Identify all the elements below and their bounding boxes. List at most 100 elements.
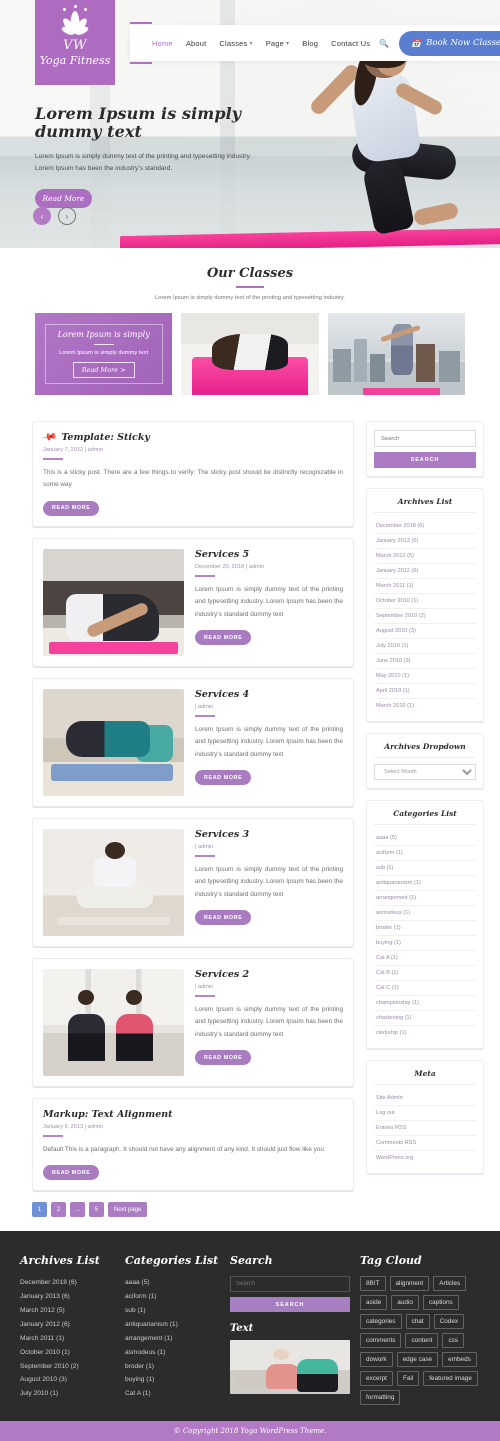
- tag-item[interactable]: content: [405, 1333, 439, 1349]
- tag-item[interactable]: excerpt: [360, 1371, 393, 1387]
- post-title[interactable]: Template: Sticky: [61, 432, 149, 443]
- list-item[interactable]: March 2011 (1): [374, 579, 476, 594]
- search-icon[interactable]: 🔍: [379, 39, 389, 48]
- list-item[interactable]: chastening (1): [374, 1011, 476, 1026]
- list-item[interactable]: WordPress.org: [374, 1151, 476, 1165]
- list-item[interactable]: December 2018 (6): [374, 519, 476, 534]
- nav-item-page[interactable]: Page ▾: [266, 39, 290, 48]
- class-card-promo[interactable]: Lorem Ipsum is simply Lorem Ipsum is sim…: [35, 313, 173, 395]
- list-item[interactable]: Entries RSS: [374, 1121, 476, 1136]
- post-thumbnail[interactable]: [43, 828, 184, 936]
- post-title[interactable]: Services 3: [195, 829, 343, 840]
- tag-item[interactable]: featured image: [423, 1371, 478, 1387]
- archives-month-select[interactable]: Select Month: [374, 764, 476, 780]
- list-item[interactable]: aaaa (5): [125, 1276, 220, 1290]
- tag-item[interactable]: dowork: [360, 1352, 393, 1368]
- list-item[interactable]: Comments RSS: [374, 1136, 476, 1151]
- slider-prev-button[interactable]: ‹: [33, 207, 51, 225]
- post-title[interactable]: Services 5: [195, 549, 343, 560]
- read-more-button[interactable]: READ MORE: [195, 1050, 252, 1066]
- list-item[interactable]: January 2013 (6): [374, 534, 476, 549]
- class-card-image-rooftop-pose[interactable]: [327, 313, 465, 395]
- tag-item[interactable]: chat: [405, 1314, 430, 1330]
- list-item[interactable]: September 2010 (2): [20, 1360, 115, 1374]
- list-item[interactable]: August 2010 (3): [374, 624, 476, 639]
- tag-item[interactable]: edge case: [396, 1352, 439, 1368]
- hero-read-more-button[interactable]: Read More: [35, 189, 92, 209]
- slider-next-button[interactable]: ›: [58, 207, 76, 225]
- list-item[interactable]: aciform (1): [125, 1290, 220, 1304]
- list-item[interactable]: March 2010 (1): [374, 699, 476, 713]
- next-page-button[interactable]: Next page: [108, 1202, 148, 1218]
- footer-search-input[interactable]: [230, 1276, 350, 1293]
- nav-item-contact-us[interactable]: Contact Us: [331, 39, 370, 48]
- page-button-5[interactable]: 5: [89, 1202, 104, 1218]
- read-more-button[interactable]: READ MORE: [43, 1165, 100, 1181]
- tag-item[interactable]: audio: [391, 1295, 419, 1311]
- list-item[interactable]: clerkship (1): [374, 1026, 476, 1040]
- page-button-1[interactable]: 1: [32, 1202, 47, 1218]
- post-title[interactable]: Markup: Text Alignment: [43, 1109, 343, 1120]
- nav-item-blog[interactable]: Blog: [302, 39, 318, 48]
- list-item[interactable]: antiquarianism (1): [125, 1318, 220, 1332]
- list-item[interactable]: August 2010 (3): [20, 1373, 115, 1387]
- list-item[interactable]: December 2018 (6): [20, 1276, 115, 1290]
- tag-item[interactable]: css: [442, 1333, 465, 1349]
- list-item[interactable]: Cat B (1): [374, 966, 476, 981]
- list-item[interactable]: asmodeus (1): [125, 1346, 220, 1360]
- list-item[interactable]: January 2012 (6): [20, 1318, 115, 1332]
- footer-search-submit-button[interactable]: SEARCH: [230, 1297, 350, 1313]
- list-item[interactable]: June 2010 (3): [374, 654, 476, 669]
- nav-item-classes[interactable]: Classes ▾: [219, 39, 252, 48]
- post-thumbnail[interactable]: [43, 968, 184, 1076]
- tag-item[interactable]: comments: [360, 1333, 402, 1349]
- read-more-button[interactable]: READ MORE: [195, 910, 252, 926]
- post-thumbnail[interactable]: [43, 548, 184, 656]
- list-item[interactable]: March 2012 (5): [20, 1304, 115, 1318]
- list-item[interactable]: October 2010 (1): [374, 594, 476, 609]
- tag-item[interactable]: 8BIT: [360, 1276, 386, 1292]
- page-button-2[interactable]: 2: [51, 1202, 66, 1218]
- list-item[interactable]: April 2010 (1): [374, 684, 476, 699]
- tag-item[interactable]: categories: [360, 1314, 402, 1330]
- tag-item[interactable]: Codex: [433, 1314, 465, 1330]
- list-item[interactable]: October 2010 (1): [20, 1346, 115, 1360]
- list-item[interactable]: Site Admin: [374, 1091, 476, 1106]
- list-item[interactable]: antiquarianism (1): [374, 876, 476, 891]
- list-item[interactable]: arrangement (1): [374, 891, 476, 906]
- list-item[interactable]: January 2013 (6): [20, 1290, 115, 1304]
- list-item[interactable]: May 2010 (1): [374, 669, 476, 684]
- list-item[interactable]: buying (1): [374, 936, 476, 951]
- nav-item-home[interactable]: Home: [152, 39, 173, 48]
- tag-item[interactable]: formatting: [360, 1390, 401, 1406]
- list-item[interactable]: September 2010 (2): [374, 609, 476, 624]
- book-now-classes-button[interactable]: 📅 Book Now Classes: [399, 30, 500, 56]
- list-item[interactable]: Cat A (1): [125, 1387, 220, 1401]
- list-item[interactable]: January 2012 (6): [374, 564, 476, 579]
- search-input[interactable]: [374, 430, 476, 447]
- post-thumbnail[interactable]: [43, 688, 184, 796]
- post-title[interactable]: Services 4: [195, 689, 343, 700]
- read-more-button[interactable]: READ MORE: [195, 630, 252, 646]
- list-item[interactable]: championship (1): [374, 996, 476, 1011]
- list-item[interactable]: July 2010 (1): [20, 1387, 115, 1401]
- list-item[interactable]: Cat A (1): [374, 951, 476, 966]
- search-submit-button[interactable]: SEARCH: [374, 452, 476, 468]
- list-item[interactable]: sub (1): [374, 861, 476, 876]
- list-item[interactable]: Log out: [374, 1106, 476, 1121]
- read-more-button[interactable]: READ MORE: [43, 500, 100, 516]
- promo-read-more-button[interactable]: Read More >: [72, 362, 135, 378]
- list-item[interactable]: buying (1): [125, 1373, 220, 1387]
- list-item[interactable]: broder (1): [374, 921, 476, 936]
- list-item[interactable]: arrangement (1): [125, 1332, 220, 1346]
- list-item[interactable]: July 2010 (1): [374, 639, 476, 654]
- list-item[interactable]: aaaa (5): [374, 831, 476, 846]
- tag-item[interactable]: Articles: [433, 1276, 467, 1292]
- site-logo[interactable]: VW Yoga Fitness: [35, 0, 115, 85]
- tag-item[interactable]: aside: [360, 1295, 388, 1311]
- list-item[interactable]: sub (1): [125, 1304, 220, 1318]
- tag-item[interactable]: Fail: [396, 1371, 420, 1387]
- list-item[interactable]: March 2012 (5): [374, 549, 476, 564]
- list-item[interactable]: asmodeus (1): [374, 906, 476, 921]
- list-item[interactable]: broder (1): [125, 1360, 220, 1374]
